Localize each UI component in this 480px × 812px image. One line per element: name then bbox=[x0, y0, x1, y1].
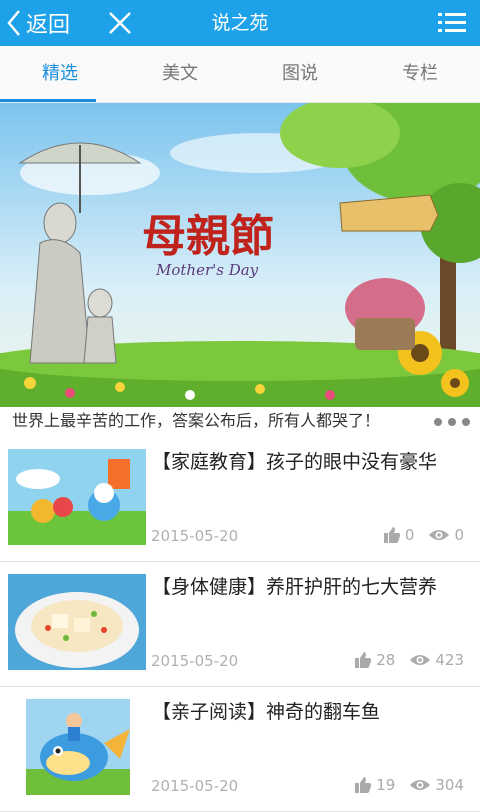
article-item[interactable]: 【家庭教育】孩子的眼中没有豪华 2015-05-20 0 0 bbox=[0, 437, 480, 562]
article-title: 【亲子阅读】神奇的翻车鱼 bbox=[152, 701, 381, 723]
article-item[interactable]: 【亲子阅读】神奇的翻车鱼 2015-05-20 19 304 bbox=[0, 687, 480, 812]
banner-caption-text: 世界上最辛苦的工作，答案公布后，所有人都哭了！ bbox=[12, 411, 381, 430]
banner-subtitle-text: Mother's Day bbox=[155, 261, 259, 279]
tab-featured[interactable]: 精选 bbox=[0, 46, 120, 102]
article-list: 【家庭教育】孩子的眼中没有豪华 2015-05-20 0 0 【身体健康】养肝护… bbox=[0, 437, 480, 812]
tab-pictures[interactable]: 图说 bbox=[240, 46, 360, 102]
banner-title-text: 母親節 bbox=[142, 211, 274, 262]
article-stats: 19 304 bbox=[354, 776, 464, 794]
eye-icon bbox=[429, 530, 450, 540]
back-label: 返回 bbox=[26, 13, 71, 38]
thumbs-up-icon[interactable] bbox=[383, 526, 401, 544]
article-thumbnail bbox=[8, 699, 146, 795]
article-thumbnail bbox=[8, 449, 146, 545]
close-icon bbox=[109, 12, 131, 34]
tab-essays[interactable]: 美文 bbox=[120, 46, 240, 102]
tab-columns[interactable]: 专栏 bbox=[360, 46, 480, 102]
carousel-dot[interactable] bbox=[448, 418, 456, 426]
view-count: 304 bbox=[435, 776, 464, 794]
like-count: 0 bbox=[404, 526, 415, 544]
article-stats: 0 0 bbox=[383, 526, 464, 544]
carousel-dot[interactable] bbox=[434, 418, 442, 426]
article-date: 2015-05-20 bbox=[151, 652, 239, 670]
view-count: 423 bbox=[435, 651, 464, 669]
article-date: 2015-05-20 bbox=[151, 777, 239, 795]
banner-caption[interactable]: 世界上最辛苦的工作，答案公布后，所有人都哭了！ bbox=[0, 407, 480, 437]
article-date: 2015-05-20 bbox=[151, 527, 239, 545]
list-menu-icon bbox=[438, 13, 466, 32]
article-title: 【家庭教育】孩子的眼中没有豪华 bbox=[152, 451, 438, 473]
article-title: 【身体健康】养肝护肝的七大营养 bbox=[152, 576, 438, 598]
category-tabs: 精选 美文 图说 专栏 bbox=[0, 46, 480, 103]
carousel-dots bbox=[434, 418, 470, 426]
thumbs-up-icon[interactable] bbox=[354, 776, 372, 794]
eye-icon bbox=[410, 780, 431, 790]
mothers-day-banner-image: 母親節 Mother's Day bbox=[0, 103, 480, 407]
chevron-left-icon bbox=[7, 10, 20, 36]
view-count: 0 bbox=[454, 526, 464, 544]
article-stats: 28 423 bbox=[354, 651, 464, 669]
cartoon-fish-rider-illustration bbox=[8, 699, 146, 795]
featured-banner[interactable]: 母親節 Mother's Day bbox=[0, 103, 480, 407]
menu-button[interactable] bbox=[438, 12, 466, 38]
like-count: 28 bbox=[376, 651, 396, 669]
carousel-dot[interactable] bbox=[462, 418, 470, 426]
top-bar: 说之苑 返回 bbox=[0, 0, 480, 46]
page-title: 说之苑 bbox=[211, 12, 269, 34]
back-button[interactable]: 返回 bbox=[6, 0, 70, 46]
eye-icon bbox=[410, 655, 431, 665]
thumbs-up-icon[interactable] bbox=[354, 651, 372, 669]
like-count: 19 bbox=[376, 776, 396, 794]
close-button[interactable] bbox=[108, 11, 132, 39]
cartoon-smurf-illustration bbox=[8, 449, 146, 545]
tofu-dish-photo bbox=[8, 574, 146, 670]
article-thumbnail bbox=[8, 574, 146, 670]
article-item[interactable]: 【身体健康】养肝护肝的七大营养 2015-05-20 28 423 bbox=[0, 562, 480, 687]
